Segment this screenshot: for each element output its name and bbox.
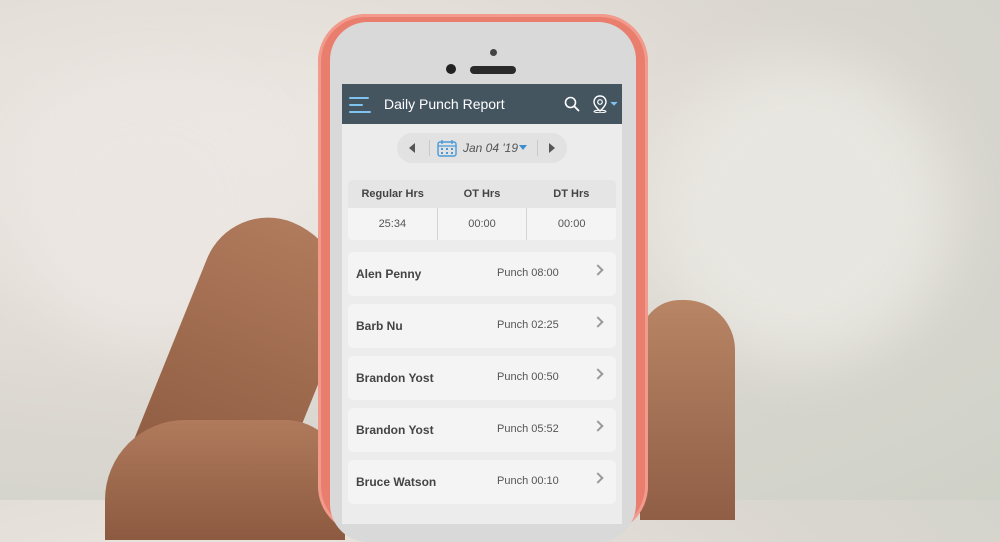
search-icon[interactable] <box>564 96 580 112</box>
punch-time: Punch 00:10 <box>497 475 559 487</box>
hours-summary: Regular Hrs OT Hrs DT Hrs 25:34 00:00 00… <box>348 180 616 240</box>
header-regular-hrs: Regular Hrs <box>361 188 424 200</box>
punch-time: Punch 02:25 <box>497 319 559 331</box>
header-ot-hrs: OT Hrs <box>463 188 501 200</box>
value-ot-hrs: 00:00 <box>438 208 528 240</box>
employee-name: Brandon Yost <box>356 371 434 385</box>
menu-icon[interactable] <box>349 97 373 113</box>
list-item[interactable]: Alen Penny Punch 08:00 <box>348 252 616 296</box>
punch-time: Punch 08:00 <box>497 267 559 279</box>
hours-values-row: 25:34 00:00 00:00 <box>348 208 616 240</box>
previous-day-icon[interactable] <box>409 143 415 153</box>
phone-screen: Daily Punch Report Jan 04 '19 Regular Hr… <box>342 84 622 524</box>
left-hand <box>105 420 345 540</box>
punch-time: Punch 00:50 <box>497 371 559 383</box>
location-pin-icon[interactable] <box>592 95 618 113</box>
list-item[interactable]: Bruce Watson Punch 00:10 <box>348 460 616 504</box>
employee-name: Bruce Watson <box>356 475 437 489</box>
employee-name: Brandon Yost <box>356 423 434 437</box>
calendar-icon[interactable] <box>437 139 457 157</box>
value-dt-hrs: 00:00 <box>557 218 586 230</box>
page-title: Daily Punch Report <box>384 96 505 112</box>
divider <box>537 140 538 156</box>
front-camera-icon <box>446 64 456 74</box>
list-item[interactable]: Barb Nu Punch 02:25 <box>348 304 616 348</box>
header-dt-hrs: DT Hrs <box>553 188 590 200</box>
next-day-icon[interactable] <box>549 143 555 153</box>
chevron-right-icon <box>592 420 604 432</box>
employee-name: Barb Nu <box>356 319 403 333</box>
divider <box>429 140 430 156</box>
date-navigator: Jan 04 '19 <box>397 133 567 163</box>
employee-name: Alen Penny <box>356 267 422 281</box>
value-regular-hrs: 25:34 <box>348 208 438 240</box>
chevron-right-icon <box>592 368 604 380</box>
list-item[interactable]: Brandon Yost Punch 00:50 <box>348 356 616 400</box>
right-hand <box>640 300 735 520</box>
employee-list: Alen Penny Punch 08:00 Barb Nu Punch 02:… <box>348 252 616 512</box>
hours-header-row: Regular Hrs OT Hrs DT Hrs <box>348 180 616 208</box>
earpiece-speaker <box>470 66 516 74</box>
front-sensor <box>490 49 497 56</box>
chevron-right-icon <box>592 316 604 328</box>
chevron-right-icon <box>592 264 604 276</box>
app-bar: Daily Punch Report <box>342 84 622 124</box>
punch-time: Punch 05:52 <box>497 423 559 435</box>
chevron-right-icon <box>592 472 604 484</box>
selected-date[interactable]: Jan 04 '19 <box>463 141 518 155</box>
list-item[interactable]: Brandon Yost Punch 05:52 <box>348 408 616 452</box>
chevron-down-icon[interactable] <box>519 145 527 150</box>
